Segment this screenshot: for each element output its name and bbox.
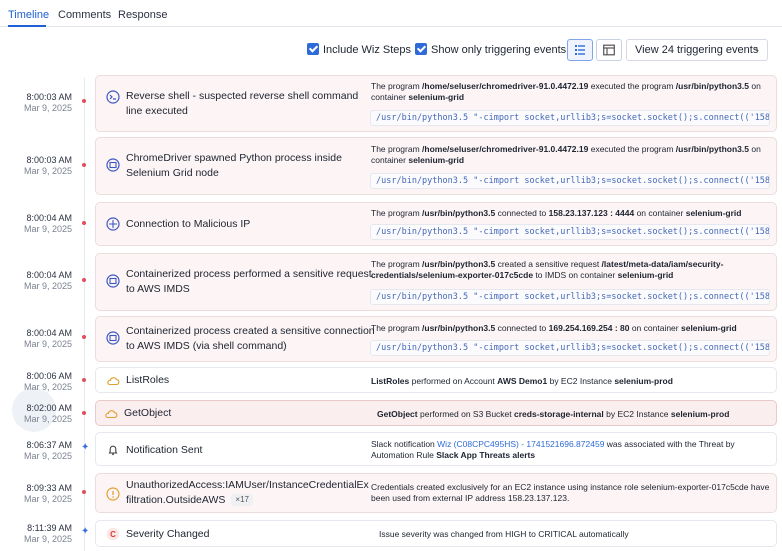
timeline-event-row[interactable]: Containerized process performed a sensit… bbox=[95, 253, 777, 311]
event-description: Credentials created exclusively for an E… bbox=[371, 482, 770, 503]
event-description: The program /usr/bin/python3.5 created a… bbox=[371, 259, 724, 280]
event-title: ListRoles bbox=[126, 374, 170, 386]
process-icon bbox=[106, 158, 120, 172]
tab-bar: Timeline Comments Response bbox=[0, 0, 782, 27]
event-timestamp: 8:09:33 AM Mar 9, 2025 bbox=[23, 483, 72, 504]
critical-icon: C bbox=[106, 527, 120, 541]
event-description: The program /home/seluser/chromedriver-9… bbox=[371, 144, 761, 165]
event-timestamp: 8:00:03 AM Mar 9, 2025 bbox=[23, 155, 72, 176]
event-timestamp: 8:06:37 AM Mar 9, 2025 bbox=[23, 440, 72, 461]
event-command-line[interactable]: /usr/bin/python3.5 "-cimport socket,urll… bbox=[370, 289, 770, 305]
timeline-dot bbox=[82, 163, 86, 167]
event-command-line[interactable]: /usr/bin/python3.5 "-cimport socket,urll… bbox=[370, 110, 770, 126]
event-timestamp: 8:00:06 AM Mar 9, 2025 bbox=[23, 371, 72, 392]
tab-timeline[interactable]: Timeline bbox=[8, 9, 49, 21]
event-title: Containerized process created a sensitiv… bbox=[126, 325, 375, 352]
timeline-view-toggle[interactable] bbox=[567, 39, 593, 61]
wiz-step-plus-icon: ✦ bbox=[81, 442, 90, 453]
chevron-right-icon: › bbox=[755, 43, 759, 57]
event-command-line[interactable]: /usr/bin/python3.5 "-cimport socket,urll… bbox=[370, 173, 770, 189]
tab-comments[interactable]: Comments bbox=[58, 9, 111, 21]
list-icon bbox=[575, 45, 585, 55]
tab-response[interactable]: Response bbox=[118, 9, 168, 21]
event-timestamp: 8:00:04 AM Mar 9, 2025 bbox=[23, 270, 72, 291]
include-wiz-steps-checkbox[interactable] bbox=[307, 43, 319, 55]
event-description: ListRoles performed on Account AWS Demo1… bbox=[371, 376, 673, 386]
timeline-event-row[interactable]: UnauthorizedAccess:IAMUser/InstanceCrede… bbox=[95, 473, 777, 513]
event-title: Containerized process performed a sensit… bbox=[126, 268, 372, 295]
timeline-dot bbox=[82, 221, 86, 225]
timeline-event-row[interactable]: ListRoles ListRoles performed on Account… bbox=[95, 367, 777, 393]
timeline-event-row[interactable]: C Severity Changed Issue severity was ch… bbox=[95, 520, 777, 547]
only-triggering-label[interactable]: Show only triggering events bbox=[431, 44, 566, 56]
cloud-icon bbox=[107, 377, 120, 386]
view-triggering-events-label: View 24 triggering events bbox=[635, 44, 759, 56]
timeline-dot bbox=[82, 411, 86, 415]
event-description: The program /home/seluser/chromedriver-9… bbox=[371, 81, 761, 102]
timeline-event-row[interactable]: GetObject GetObject performed on S3 Buck… bbox=[95, 400, 777, 426]
view-triggering-events-button[interactable]: View 24 triggering events › bbox=[626, 39, 768, 61]
timeline-event-row[interactable]: ChromeDriver spawned Python process insi… bbox=[95, 137, 777, 195]
event-description: The program /usr/bin/python3.5 connected… bbox=[371, 208, 742, 218]
event-description: Issue severity was changed from HIGH to … bbox=[379, 529, 629, 539]
event-title: GetObject bbox=[124, 407, 172, 419]
wiz-step-plus-icon: ✦ bbox=[81, 526, 90, 537]
timeline-event-row[interactable]: Containerized process created a sensitiv… bbox=[95, 316, 777, 362]
timeline-rail bbox=[84, 78, 85, 551]
timeline-event-row[interactable]: Reverse shell - suspected reverse shell … bbox=[95, 75, 777, 132]
event-title: UnauthorizedAccess:IAMUser/InstanceCrede… bbox=[126, 479, 369, 507]
event-title: Connection to Malicious IP bbox=[126, 218, 251, 230]
event-title: Notification Sent bbox=[126, 444, 203, 456]
event-timestamp: 8:00:04 AM Mar 9, 2025 bbox=[23, 328, 72, 349]
timeline-dot bbox=[82, 278, 86, 282]
timeline-dot bbox=[82, 335, 86, 339]
only-triggering-checkbox[interactable] bbox=[415, 43, 427, 55]
event-description: Slack notification Wiz (C08CPC495HS) - 1… bbox=[371, 439, 735, 460]
table-icon bbox=[603, 44, 615, 56]
event-timestamp: 8:02:00 AM Mar 9, 2025 bbox=[23, 403, 72, 424]
timeline-dot bbox=[82, 99, 86, 103]
svg-text:C: C bbox=[110, 530, 116, 539]
table-view-toggle[interactable] bbox=[596, 39, 622, 61]
event-timestamp: 8:00:04 AM Mar 9, 2025 bbox=[23, 213, 72, 234]
event-description: The program /usr/bin/python3.5 connected… bbox=[371, 323, 737, 333]
event-command-line[interactable]: /usr/bin/python3.5 "-cimport socket,urll… bbox=[370, 224, 770, 240]
active-tab-indicator bbox=[8, 25, 46, 27]
process-icon bbox=[106, 274, 120, 288]
event-description: GetObject performed on S3 Bucket creds-s… bbox=[377, 409, 730, 419]
event-title: ChromeDriver spawned Python process insi… bbox=[126, 152, 342, 179]
event-timestamp: 8:11:39 AM Mar 9, 2025 bbox=[23, 523, 72, 544]
include-wiz-steps-label[interactable]: Include Wiz Steps bbox=[323, 44, 411, 56]
timeline-dot bbox=[82, 490, 86, 494]
bell-icon bbox=[108, 445, 118, 456]
network-icon bbox=[106, 217, 120, 231]
event-timestamp: 8:00:03 AM Mar 9, 2025 bbox=[23, 92, 72, 113]
process-icon bbox=[106, 331, 120, 345]
reverse-shell-icon bbox=[106, 90, 120, 104]
event-title: Severity Changed bbox=[126, 528, 210, 540]
cloud-icon bbox=[105, 410, 118, 419]
warning-icon bbox=[106, 487, 120, 501]
timeline-event-row[interactable]: Notification Sent Slack notification Wiz… bbox=[95, 432, 777, 466]
timeline-dot bbox=[82, 378, 86, 382]
occurrence-count-badge: ×17 bbox=[231, 494, 253, 507]
timeline-event-row[interactable]: Connection to Malicious IP The program /… bbox=[95, 202, 777, 246]
event-command-line[interactable]: /usr/bin/python3.5 "-cimport socket,urll… bbox=[370, 340, 770, 356]
event-title: Reverse shell - suspected reverse shell … bbox=[126, 90, 359, 117]
